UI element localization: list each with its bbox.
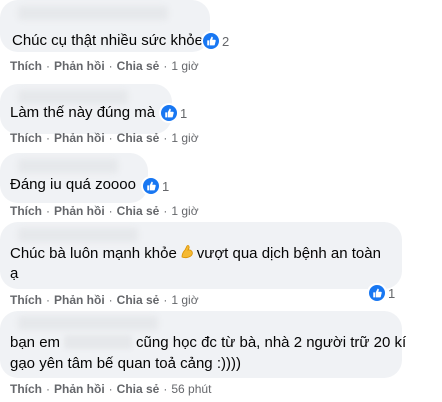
separator: · [108, 382, 113, 396]
timestamp[interactable]: 1 giờ [171, 131, 198, 145]
comment-actions: Thích · Phản hồi · Chia sẻ · 1 giờ [10, 293, 199, 307]
reaction-count: 1 [162, 178, 170, 194]
author-name-redacted[interactable] [18, 228, 138, 242]
separator: · [108, 131, 113, 145]
comment-text-line-1: Chúc bà luôn mạnh khỏe vượt qua dịch bệnh… [10, 244, 381, 264]
separator: · [163, 59, 168, 73]
reply-link[interactable]: Phản hồi [54, 59, 105, 73]
like-link[interactable]: Thích [10, 59, 42, 73]
comment-text: Chúc cụ thật nhiều sức khỏe [12, 32, 203, 49]
author-name-redacted[interactable] [18, 316, 158, 330]
separator: · [163, 131, 168, 145]
comment-text-line-1: bạn em cũng học đc từ bà, nhà 2 người trữ… [10, 333, 406, 353]
comment-actions: Thích · Phản hồi · Chia sẻ · 1 giờ [10, 59, 199, 73]
reaction-count: 1 [388, 285, 396, 301]
like-link[interactable]: Thích [10, 293, 42, 307]
share-link[interactable]: Chia sẻ [117, 382, 160, 396]
timestamp[interactable]: 56 phút [171, 382, 211, 396]
like-reaction-icon [161, 105, 177, 121]
mentioned-name-redacted[interactable] [64, 335, 133, 349]
author-name-redacted[interactable] [18, 159, 118, 173]
timestamp[interactable]: 1 giờ [171, 204, 198, 218]
separator: · [163, 293, 168, 307]
separator: · [108, 204, 113, 218]
reply-link[interactable]: Phản hồi [54, 293, 105, 307]
comment-actions: Thích · Phản hồi · Chia sẻ · 1 giờ [10, 204, 199, 218]
separator: · [46, 293, 50, 307]
comment-actions: Thích · Phản hồi · Chia sẻ · 56 phút [10, 382, 211, 396]
separator: · [163, 204, 168, 218]
separator: · [46, 59, 50, 73]
comment-text-end: cũng học đc từ bà, nhà 2 người trữ 20 kí [136, 334, 407, 351]
reaction-summary[interactable]: 2 [203, 33, 229, 49]
author-name-redacted[interactable] [18, 90, 128, 104]
reaction-summary[interactable]: 1 [369, 285, 395, 301]
reaction-summary[interactable]: 1 [143, 178, 169, 194]
reply-link[interactable]: Phản hồi [54, 131, 105, 145]
timestamp[interactable]: 1 giờ [171, 293, 198, 307]
like-link[interactable]: Thích [10, 131, 42, 145]
comment-text-start: Chúc bà luôn mạnh khỏe [10, 245, 177, 262]
separator: · [108, 293, 113, 307]
comment-text: Đáng iu quá zoooo [10, 176, 136, 193]
comment-actions: Thích · Phản hồi · Chia sẻ · 1 giờ [10, 131, 199, 145]
like-link[interactable]: Thích [10, 382, 42, 396]
separator: · [108, 59, 113, 73]
separator: · [163, 382, 168, 396]
comment-text-line-2: gạo yên tâm bế quan toả cảng :)))) [10, 355, 241, 372]
comment-text-end: vượt qua dịch bệnh an toàn [196, 245, 381, 262]
reaction-count: 2 [222, 33, 230, 49]
share-link[interactable]: Chia sẻ [117, 59, 160, 73]
reaction-count: 1 [180, 105, 188, 121]
share-link[interactable]: Chia sẻ [117, 204, 160, 218]
share-link[interactable]: Chia sẻ [117, 293, 160, 307]
like-reaction-icon [143, 178, 159, 194]
like-reaction-icon [369, 285, 385, 301]
comment-text: Làm thế này đúng mà [10, 104, 156, 121]
comment-text-start: bạn em [10, 334, 61, 351]
reply-link[interactable]: Phản hồi [54, 382, 105, 396]
like-reaction-icon [203, 33, 219, 49]
timestamp[interactable]: 1 giờ [171, 59, 198, 73]
comment-text-line-2: ạ [10, 265, 19, 282]
flexed-biceps-icon [179, 244, 195, 260]
separator: · [46, 204, 50, 218]
share-link[interactable]: Chia sẻ [117, 131, 160, 145]
reaction-summary[interactable]: 1 [161, 105, 187, 121]
separator: · [46, 382, 50, 396]
separator: · [46, 131, 50, 145]
like-link[interactable]: Thích [10, 204, 42, 218]
author-name-redacted[interactable] [18, 6, 168, 20]
reply-link[interactable]: Phản hồi [54, 204, 105, 218]
